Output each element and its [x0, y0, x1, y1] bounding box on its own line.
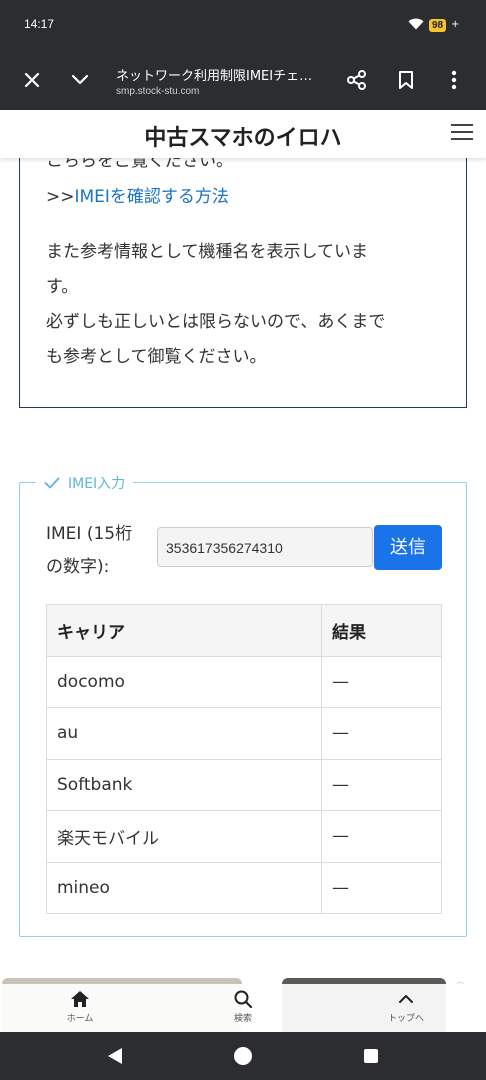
chevron-up-icon — [399, 995, 413, 1003]
column-header-carrier: キャリア — [46, 604, 322, 657]
info-text: す。 — [46, 277, 79, 297]
carrier-cell: Softbank — [46, 758, 322, 811]
info-text: また参考情報として機種名を表示していま — [46, 242, 368, 262]
imei-howto-link[interactable]: IMEIを確認する方法 — [75, 187, 229, 207]
result-cell: — — [321, 707, 442, 760]
wifi-icon — [408, 18, 424, 30]
page-title: ネットワーク利用制限IMEIチェ… — [116, 69, 313, 84]
menu-line — [451, 124, 473, 126]
collapse-button[interactable] — [66, 66, 94, 94]
nav-search[interactable]: 検索 — [203, 988, 283, 1024]
chevron-down-icon — [71, 74, 89, 85]
info-box: こちらをご覧ください。 >>IMEIを確認する方法 また参考情報として機種名を表… — [19, 158, 467, 408]
status-bar: 14:17 98 + — [0, 0, 486, 50]
recents-icon[interactable] — [364, 1049, 378, 1063]
table-row: mineo — — [46, 861, 442, 914]
charging-icon: + — [451, 19, 460, 30]
column-header-result: 結果 — [321, 604, 442, 657]
page-url[interactable]: smp.stock-stu.com — [116, 86, 199, 97]
info-text: こちらをご覧ください。 — [46, 158, 233, 171]
label-line: IMEI (15桁 — [46, 524, 133, 544]
status-time: 14:17 — [24, 17, 55, 31]
more-options-button[interactable] — [440, 66, 468, 94]
result-cell: — — [321, 810, 442, 863]
check-icon — [44, 477, 60, 489]
site-logo[interactable]: 中古スマホのイロハ — [0, 120, 486, 152]
search-icon — [234, 990, 253, 1008]
close-tab-button[interactable] — [18, 66, 46, 94]
carrier-result-table: キャリア 結果 docomo — au — Softbank — 楽天モバイル … — [46, 604, 442, 914]
nav-home[interactable]: ホーム — [40, 988, 120, 1024]
result-cell: — — [321, 758, 442, 811]
nav-top-label: トップへ — [387, 1014, 424, 1024]
result-cell: — — [321, 655, 442, 708]
battery-level: 98 — [429, 19, 447, 32]
bookmark-button[interactable] — [392, 66, 420, 94]
nav-back-to-top[interactable]: トップへ — [366, 988, 446, 1024]
info-text: 必ずしも正しいとは限らないので、あくまで — [46, 312, 386, 332]
share-icon — [347, 70, 366, 90]
bottom-nav: ホーム 検索 トップへ — [0, 984, 486, 1032]
link-prefix: >> — [46, 187, 75, 207]
menu-line — [451, 138, 473, 140]
hamburger-menu-button[interactable] — [451, 124, 473, 142]
home-circle-icon[interactable] — [234, 1047, 252, 1065]
table-row: 楽天モバイル — — [46, 810, 442, 863]
table-header-row: キャリア 結果 — [46, 604, 442, 657]
legend-label: IMEI入力 — [68, 476, 126, 492]
nav-search-label: 検索 — [233, 1014, 252, 1024]
carrier-cell: mineo — [46, 861, 322, 914]
browser-toolbar: ネットワーク利用制限IMEIチェ… smp.stock-stu.com — [0, 50, 486, 110]
menu-line — [451, 131, 473, 133]
nav-home-label: ホーム — [66, 1014, 94, 1024]
imei-field-label: IMEI (15桁 の数字): — [46, 518, 154, 584]
info-link-line: >>IMEIを確認する方法 — [46, 180, 229, 215]
send-button[interactable]: 送信 — [374, 525, 442, 570]
main-content: こちらをご覧ください。 >>IMEIを確認する方法 また参考情報として機種名を表… — [0, 158, 486, 978]
system-nav-bar — [0, 1032, 486, 1080]
info-text: も参考として御覧ください。 — [46, 347, 267, 367]
carrier-cell: docomo — [46, 655, 322, 708]
table-row: docomo — — [46, 655, 442, 708]
label-line: の数字): — [46, 557, 110, 577]
bookmark-icon — [399, 71, 413, 89]
site-header: 中古スマホのイロハ — [0, 110, 486, 158]
imei-input[interactable]: 353617356274310 — [157, 527, 373, 567]
close-icon — [24, 72, 40, 88]
result-cell: — — [321, 861, 442, 914]
form-legend: IMEI入力 — [36, 473, 134, 493]
carrier-cell: 楽天モバイル — [46, 810, 322, 863]
more-vert-icon — [451, 70, 457, 90]
back-icon[interactable] — [108, 1048, 122, 1064]
home-icon — [71, 991, 89, 1007]
table-row: Softbank — — [46, 758, 442, 811]
carrier-cell: au — [46, 707, 322, 760]
share-button[interactable] — [343, 66, 371, 94]
table-row: au — — [46, 707, 442, 760]
imei-form-box: IMEI入力 IMEI (15桁 の数字): 353617356274310 送… — [19, 473, 467, 937]
